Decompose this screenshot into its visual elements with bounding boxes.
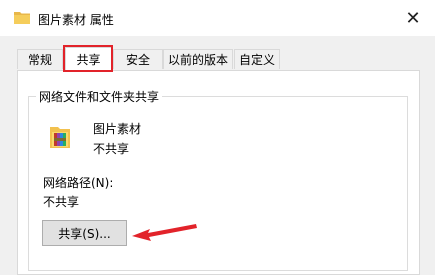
share-button[interactable]: 共享(S)... xyxy=(42,220,127,246)
tab-label: 以前的版本 xyxy=(167,53,228,67)
network-path-label: 网络路径(N): xyxy=(43,176,114,190)
group-title: 网络文件和文件夹共享 xyxy=(36,88,163,105)
title-bar: 图片素材 属性 ✕ xyxy=(0,0,435,36)
tab-general[interactable]: 常规 xyxy=(17,49,63,69)
close-button[interactable]: ✕ xyxy=(391,0,435,36)
share-button-label: 共享(S)... xyxy=(58,226,111,241)
tab-security[interactable]: 安全 xyxy=(113,49,163,69)
share-status: 不共享 xyxy=(93,142,130,156)
folder-name: 图片素材 xyxy=(93,122,142,136)
network-path-value: 不共享 xyxy=(43,195,80,209)
tab-label: 自定义 xyxy=(238,53,275,67)
tab-customize[interactable]: 自定义 xyxy=(234,49,280,69)
tab-previous-versions[interactable]: 以前的版本 xyxy=(163,49,233,69)
close-icon: ✕ xyxy=(405,7,421,29)
window-title: 图片素材 属性 xyxy=(38,13,114,27)
folder-zip-icon xyxy=(50,127,70,148)
tab-label: 安全 xyxy=(125,53,150,67)
folder-icon xyxy=(14,12,30,24)
tab-label: 常规 xyxy=(27,53,52,67)
tab-highlight-annotation xyxy=(63,45,113,72)
arrow-icon xyxy=(132,224,197,241)
